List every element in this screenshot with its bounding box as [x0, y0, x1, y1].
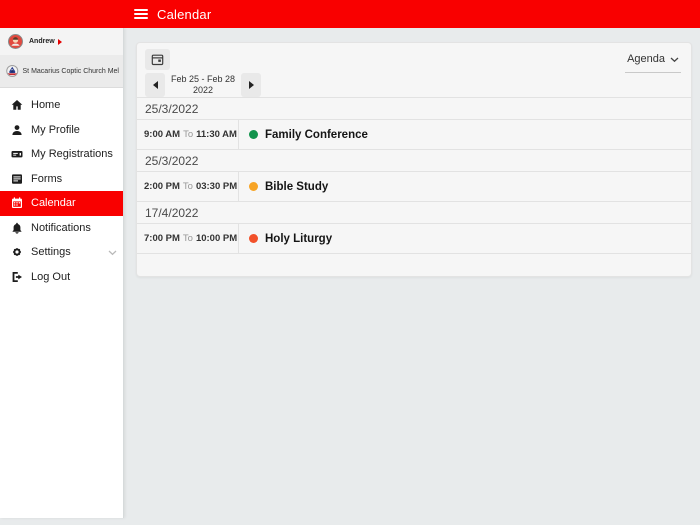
user-avatar	[8, 34, 23, 49]
sidebar-item-calendar[interactable]: Calendar	[0, 191, 123, 216]
date-range-line2: 2022	[192, 85, 214, 95]
event-time-separator: To	[182, 181, 193, 192]
event-time: 7:00 PM To 10:00 PM	[137, 224, 239, 253]
sidebar-item-label: Forms	[31, 172, 63, 185]
organization-row[interactable]: St Macarius Coptic Church Mel	[0, 55, 123, 88]
agenda-date: 17/4/2022	[145, 205, 199, 220]
sidebar-item-label: Home	[31, 99, 61, 112]
sidebar-item-log-out[interactable]: Log Out	[0, 265, 123, 290]
agenda-event-row[interactable]: 7:00 PM To 10:00 PM Holy Liturgy	[137, 223, 691, 253]
sidebar-item-label: Log Out	[31, 270, 71, 283]
sidebar-item-label: My Registrations	[31, 148, 113, 161]
event-title: Bible Study	[265, 180, 329, 193]
event-time: 9:00 AM To 11:30 AM	[137, 120, 239, 149]
event-start-time: 2:00 PM	[144, 181, 180, 192]
event-color-dot	[249, 130, 258, 139]
agenda-empty-row	[137, 253, 691, 277]
agenda-date: 25/3/2022	[145, 101, 199, 116]
bell-icon	[10, 221, 23, 234]
chevron-down-icon	[108, 249, 117, 256]
sidebar-item-notifications[interactable]: Notifications	[0, 216, 123, 241]
arrow-left-icon	[152, 81, 158, 89]
page-title: Calendar	[157, 6, 212, 22]
event-color-dot	[249, 182, 258, 191]
calendar-icon	[10, 197, 23, 210]
event-time-separator: To	[182, 233, 193, 244]
date-range-label: Feb 25 - Feb 28 2022	[165, 73, 241, 97]
event-start-time: 9:00 AM	[144, 129, 181, 140]
caret-right-icon	[57, 38, 62, 45]
user-profile-row[interactable]: Andrew	[0, 28, 123, 55]
event-title: Family Conference	[265, 128, 368, 141]
view-mode-label: Agenda	[627, 53, 665, 65]
event-start-time: 7:00 PM	[144, 233, 180, 244]
home-icon	[10, 99, 23, 112]
agenda-date-header: 25/3/2022	[137, 97, 691, 119]
event-end-time: 10:00 PM	[195, 233, 238, 244]
event-title-cell: Holy Liturgy	[239, 224, 332, 253]
menu-icon[interactable]	[134, 8, 148, 20]
event-title: Holy Liturgy	[265, 232, 333, 245]
event-end-time: 03:30 PM	[195, 181, 238, 192]
sidebar-item-label: Calendar	[31, 197, 76, 210]
agenda-list: 25/3/2022 9:00 AM To 11:30 AM Family Con…	[137, 97, 691, 277]
sidebar-item-label: My Profile	[31, 123, 80, 136]
event-time: 2:00 PM To 03:30 PM	[137, 172, 239, 201]
agenda-date-header: 25/3/2022	[137, 149, 691, 171]
sidebar-nav: Home My Profile My Registrations Forms C	[0, 88, 123, 289]
ticket-icon	[10, 148, 23, 161]
church-logo	[6, 65, 19, 77]
agenda-date-header: 17/4/2022	[137, 201, 691, 223]
prev-range-button[interactable]	[145, 73, 165, 97]
sidebar-item-home[interactable]: Home	[0, 93, 123, 118]
today-button[interactable]	[145, 49, 170, 70]
user-name: Andrew	[29, 38, 55, 45]
date-range-line1: Feb 25 - Feb 28	[170, 73, 236, 84]
date-range-navigator: Feb 25 - Feb 28 2022	[145, 73, 261, 97]
agenda-event-row[interactable]: 9:00 AM To 11:30 AM Family Conference	[137, 119, 691, 149]
person-icon	[10, 123, 23, 136]
sidebar-item-my-registrations[interactable]: My Registrations	[0, 142, 123, 167]
agenda-card: Agenda Feb 25 - Feb 28 2022 25/3/2022 9:…	[136, 42, 692, 277]
agenda-event-row[interactable]: 2:00 PM To 03:30 PM Bible Study	[137, 171, 691, 201]
gear-icon	[10, 246, 23, 259]
event-title-cell: Family Conference	[239, 120, 368, 149]
event-title-cell: Bible Study	[239, 172, 328, 201]
agenda-date: 25/3/2022	[145, 153, 199, 168]
sidebar-item-settings[interactable]: Settings	[0, 240, 123, 265]
sidebar: Andrew St Macarius Coptic Church Mel Hom…	[0, 28, 124, 518]
event-end-time: 11:30 AM	[196, 129, 237, 140]
calendar-today-icon	[151, 54, 164, 66]
sidebar-item-my-profile[interactable]: My Profile	[0, 118, 123, 143]
event-time-separator: To	[183, 129, 194, 140]
form-icon	[10, 172, 23, 185]
sidebar-item-label: Notifications	[31, 221, 91, 234]
sidebar-item-label: Settings	[31, 246, 71, 259]
next-range-button[interactable]	[241, 73, 261, 97]
logout-icon	[10, 270, 23, 283]
view-mode-dropdown[interactable]: Agenda	[625, 51, 681, 73]
organization-name: St Macarius Coptic Church Mel	[22, 67, 119, 75]
chevron-down-icon	[670, 57, 679, 62]
sidebar-item-forms[interactable]: Forms	[0, 167, 123, 192]
arrow-right-icon	[248, 81, 254, 89]
event-color-dot	[249, 234, 258, 243]
top-app-bar: Calendar	[0, 0, 700, 28]
calendar-toolbar: Agenda Feb 25 - Feb 28 2022	[137, 43, 691, 97]
